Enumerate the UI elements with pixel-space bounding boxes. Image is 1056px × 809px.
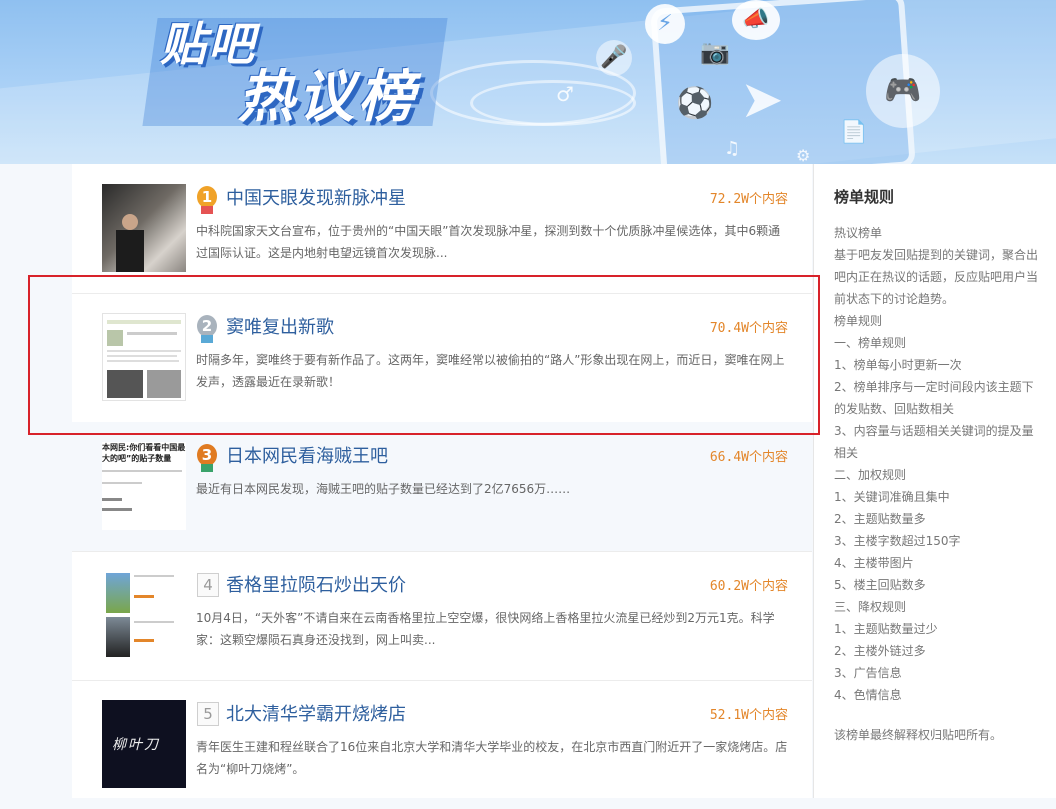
paper-plane-icon: ➤ bbox=[740, 70, 784, 130]
rule-line: 3、主楼字数超过150字 bbox=[834, 534, 961, 548]
content-count: 70.4W个内容 bbox=[709, 321, 788, 336]
topic-description: 最近有日本网民发现，海贼王吧的贴子数量已经达到了2亿7656万…… bbox=[196, 482, 571, 496]
sidebar-title: 榜单规则 bbox=[834, 188, 895, 206]
camera-icon: 📷 bbox=[700, 38, 730, 66]
soccer-ball-icon: ⚽ bbox=[676, 86, 714, 121]
male-symbol-icon: ♂ bbox=[556, 82, 574, 106]
content-count: 72.2W个内容 bbox=[709, 192, 788, 207]
topic-description: 中科院国家天文台宣布，位于贵州的“中国天眼”首次发现脉冲星，探测到数十个优质脉冲… bbox=[196, 224, 781, 260]
content-count: 52.1W个内容 bbox=[709, 708, 788, 723]
topic-title[interactable]: 日本网民看海贼王吧 bbox=[226, 442, 388, 468]
topic-description: 青年医生王建和程丝联合了16位来自北京大学和清华大学毕业的校友，在北京市西直门附… bbox=[196, 740, 788, 776]
rank-badge: 1 bbox=[197, 186, 217, 208]
list-item[interactable]: 柳叶刀 5 北大清华学霸开烧烤店 52.1W个内容 青年医生王建和程丝联合了16… bbox=[72, 680, 812, 809]
rule-line: 二、加权规则 bbox=[834, 468, 907, 482]
rule-line: 5、楼主回贴数多 bbox=[834, 578, 926, 592]
banner: 贴吧 热议榜 ⚡ 📣 🎤 📷 ⚽ ➤ ♫ ♂ 📄 ⚙ 🎮 bbox=[0, 0, 1056, 164]
rules-list: 热议榜单基于吧友发回贴提到的关键词，聚合出吧内正在热议的话题，反应贴吧用户当前状… bbox=[834, 222, 1040, 706]
gear-icon: ⚙ bbox=[796, 146, 811, 164]
topic-thumbnail[interactable] bbox=[102, 184, 186, 272]
rule-line: 三、降权规则 bbox=[834, 600, 907, 614]
rule-line: 热议榜单 bbox=[834, 226, 883, 240]
list-item[interactable]: 4 香格里拉陨石炒出天价 60.2W个内容 10月4日，“天外客”不请自来在云南… bbox=[72, 551, 812, 681]
rules-sidebar: 榜单规则 热议榜单基于吧友发回贴提到的关键词，聚合出吧内正在热议的话题，反应贴吧… bbox=[813, 164, 1056, 798]
thumbnail-caption: 本网民:你们看看中国最大的吧”的贴子数量 bbox=[102, 443, 186, 463]
rule-line: 4、主楼带图片 bbox=[834, 556, 914, 570]
sidebar-footer: 该榜单最终解释权归贴吧所有。 bbox=[834, 728, 1003, 742]
list-item[interactable]: 本网民:你们看看中国最大的吧”的贴子数量 3 日本网民看海贼王吧 66.4W个内… bbox=[72, 422, 812, 552]
rule-line: 1、榜单每小时更新一次 bbox=[834, 358, 962, 372]
microphone-icon: 🎤 bbox=[596, 40, 632, 76]
rule-line: 2、榜单排序与一定时间段内该主题下的发贴数、回贴数相关 bbox=[834, 380, 1034, 416]
banner-title-line2: 热议榜 bbox=[238, 65, 418, 130]
rank-badge: 4 bbox=[197, 573, 219, 597]
gamepad-icon: 🎮 bbox=[866, 54, 940, 128]
topic-thumbnail[interactable] bbox=[102, 571, 186, 659]
rule-line: 榜单规则 bbox=[834, 314, 883, 328]
megaphone-icon: 📣 bbox=[732, 0, 780, 40]
list-item[interactable]: 2 窦唯复出新歌 70.4W个内容 时隔多年，窦唯终于要有新作品了。这两年，窦唯… bbox=[72, 293, 812, 423]
list-item[interactable]: 1 中国天眼发现新脉冲星 72.2W个内容 中科院国家天文台宣布，位于贵州的“中… bbox=[72, 164, 812, 294]
topic-title[interactable]: 香格里拉陨石炒出天价 bbox=[226, 571, 406, 597]
rule-line: 4、色情信息 bbox=[834, 688, 902, 702]
document-icon: 📄 bbox=[840, 120, 868, 145]
topic-title[interactable]: 窦唯复出新歌 bbox=[226, 313, 334, 339]
topic-description: 时隔多年，窦唯终于要有新作品了。这两年，窦唯经常以被偷拍的“路人”形象出现在网上… bbox=[196, 353, 785, 389]
content-count: 66.4W个内容 bbox=[709, 450, 788, 465]
thumbnail-caption: 柳叶刀 bbox=[112, 737, 160, 753]
rule-line: 1、关键词准确且集中 bbox=[834, 490, 950, 504]
rank-badge: 5 bbox=[197, 702, 219, 726]
topic-thumbnail[interactable]: 柳叶刀 bbox=[102, 700, 186, 788]
hot-topics-list: 1 中国天眼发现新脉冲星 72.2W个内容 中科院国家天文台宣布，位于贵州的“中… bbox=[72, 164, 812, 798]
rule-line: 1、主题贴数量过少 bbox=[834, 622, 938, 636]
content-count: 60.2W个内容 bbox=[709, 579, 788, 594]
music-icon: ♫ bbox=[724, 138, 741, 159]
rule-line: 一、榜单规则 bbox=[834, 336, 907, 350]
topic-title[interactable]: 中国天眼发现新脉冲星 bbox=[226, 184, 406, 210]
lightbulb-icon: ⚡ bbox=[645, 4, 685, 44]
topic-thumbnail[interactable] bbox=[102, 313, 186, 401]
topic-description: 10月4日，“天外客”不请自来在云南香格里拉上空空爆，很快网络上香格里拉火流星已… bbox=[196, 611, 775, 647]
rank-badge: 2 bbox=[197, 315, 217, 337]
topic-title[interactable]: 北大清华学霸开烧烤店 bbox=[226, 700, 406, 726]
rule-line: 基于吧友发回贴提到的关键词，聚合出吧内正在热议的话题，反应贴吧用户当前状态下的讨… bbox=[834, 248, 1039, 306]
rule-line: 3、广告信息 bbox=[834, 666, 902, 680]
rank-badge: 3 bbox=[197, 444, 217, 466]
rule-line: 2、主楼外链过多 bbox=[834, 644, 926, 658]
rule-line: 2、主题贴数量多 bbox=[834, 512, 926, 526]
rule-line: 3、内容量与话题相关关键词的提及量相关 bbox=[834, 424, 1034, 460]
topic-thumbnail[interactable]: 本网民:你们看看中国最大的吧”的贴子数量 bbox=[102, 442, 186, 530]
